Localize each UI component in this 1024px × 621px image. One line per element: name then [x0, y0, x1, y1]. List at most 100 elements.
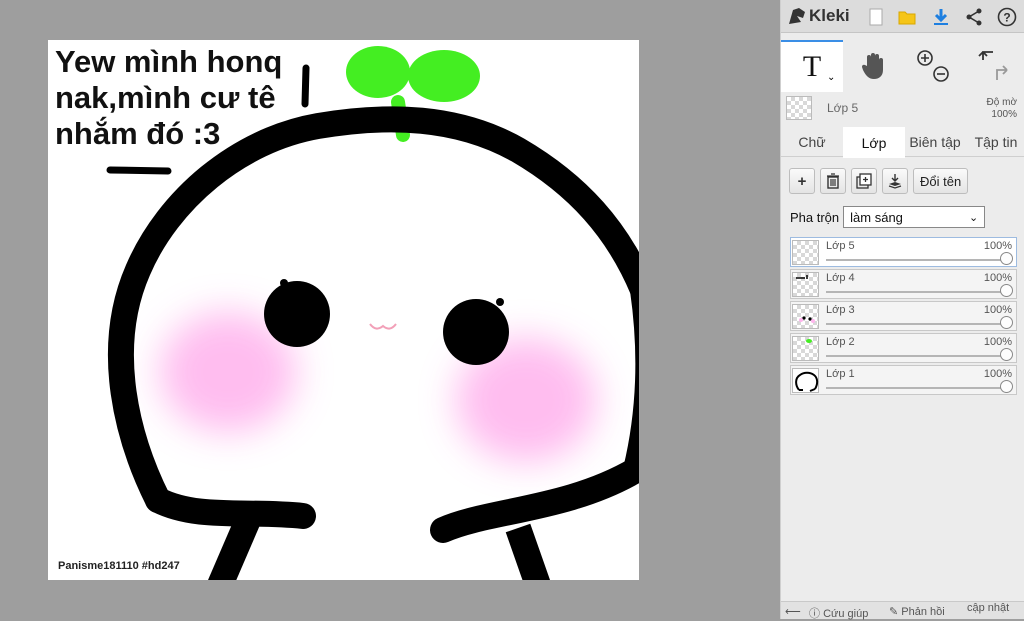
layer-thumbnail [792, 304, 819, 329]
hand-tool-button[interactable] [845, 40, 901, 92]
left-eye-lash [280, 279, 288, 287]
pencil-icon: ✎ [889, 606, 899, 618]
layer-thumbnail [792, 336, 819, 361]
active-layer-thumbnail [786, 96, 812, 120]
layer-name: Lớp 1 [826, 368, 855, 380]
layer-thumbnail [792, 240, 819, 265]
sprout-leaf-right [408, 50, 480, 102]
layer-actions: + Đổi tên [789, 168, 969, 196]
layer-item[interactable]: Lớp 1 100% [790, 365, 1017, 395]
mouth [369, 323, 397, 330]
active-layer-info: Lớp 5 Độ mờ 100% [781, 93, 1024, 125]
layer-item[interactable]: Lớp 5 100% [790, 237, 1017, 267]
right-body [505, 523, 551, 580]
slider-knob[interactable] [1000, 252, 1013, 265]
slider-knob[interactable] [1000, 284, 1013, 297]
left-arm [145, 487, 316, 529]
chevron-down-icon[interactable]: ⌄ [827, 72, 835, 83]
open-folder-icon[interactable] [896, 6, 918, 28]
layer-opacity-slider[interactable] [826, 323, 1006, 325]
layer-opacity-slider[interactable] [826, 355, 1006, 357]
sprout-leaf-left [346, 46, 410, 98]
kleki-logo-icon [789, 8, 805, 24]
layer-item[interactable]: Lớp 4 100% [790, 269, 1017, 299]
blend-mode-select[interactable]: làm sáng ⌄ [843, 206, 986, 228]
layer-thumbnail [792, 368, 819, 393]
layer-name: Lớp 5 [826, 240, 855, 252]
duplicate-layer-button[interactable] [851, 168, 877, 194]
zoom-controls [905, 40, 961, 92]
app-name: Kleki [809, 6, 850, 25]
underline-mark [106, 166, 172, 175]
share-icon[interactable] [963, 6, 985, 28]
watermark-text: Panisme181110 #hd247 [58, 560, 180, 572]
app-logo[interactable]: Kleki [787, 4, 850, 28]
layer-name: Lớp 4 [826, 272, 855, 284]
zoom-in-icon[interactable] [917, 50, 933, 66]
slider-knob[interactable] [1000, 380, 1013, 393]
active-layer-name: Lớp 5 [827, 101, 859, 115]
new-image-icon[interactable] [865, 6, 887, 28]
layer-opacity: 100% [983, 368, 1012, 380]
feedback-link[interactable]: ✎ Phản hồi [889, 605, 945, 618]
tab-file[interactable]: Tập tin [967, 127, 1024, 157]
layer-thumbnail [792, 272, 819, 297]
layer-name: Lớp 2 [826, 336, 855, 348]
blend-mode-value: làm sáng [850, 209, 903, 225]
text-tool-icon: T [802, 50, 822, 83]
opacity-label: Độ mờ [986, 97, 1017, 108]
hand-tool-icon [861, 53, 883, 79]
help-icon: ⓘ [809, 608, 820, 620]
merge-down-icon [888, 174, 902, 189]
tab-text[interactable]: Chữ [781, 127, 843, 157]
caption-text: Yew mình honq nak,mình cư tê nhắm đó :3 [55, 44, 283, 151]
undo-icon[interactable] [978, 51, 993, 60]
canvas-area[interactable]: Yew mình honq nak,mình cư tê nhắm đó :3 … [0, 0, 780, 619]
redo-icon[interactable] [996, 65, 1008, 80]
delete-layer-button[interactable] [820, 168, 846, 194]
add-layer-button[interactable]: + [789, 168, 815, 194]
layer-opacity: 100% [983, 304, 1012, 316]
help-icon[interactable]: ? [996, 6, 1018, 28]
help-label: Cứu giúp [823, 608, 869, 620]
collapse-panel-icon[interactable]: ⟵ [785, 605, 801, 618]
left-body [208, 514, 260, 580]
layer-list: Lớp 5 100% Lớp 4 100% Lớp 3 100% Lớp 2 1… [790, 237, 1017, 397]
top-bar: Kleki ? [781, 0, 1024, 33]
panel-tabs: Chữ Lớp Biên tập Tập tin [781, 127, 1024, 158]
slider-knob[interactable] [1000, 348, 1013, 361]
history-controls [965, 40, 1024, 92]
layer-opacity-slider[interactable] [826, 291, 1006, 293]
slider-knob[interactable] [1000, 316, 1013, 329]
blend-mode-row: Pha trộn làm sáng ⌄ [790, 205, 986, 229]
layer-name: Lớp 3 [826, 304, 855, 316]
blend-mode-label: Pha trộn [790, 209, 840, 225]
right-eye [443, 299, 509, 365]
trash-icon [827, 173, 839, 189]
duplicate-icon [856, 173, 872, 189]
layer-item[interactable]: Lớp 3 100% [790, 301, 1017, 331]
download-icon[interactable] [930, 6, 952, 28]
left-eye [264, 281, 330, 347]
zoom-out-icon[interactable] [933, 66, 949, 82]
layer-opacity-slider[interactable] [826, 387, 1006, 389]
feedback-label: Phản hồi [901, 606, 945, 618]
bottom-bar: ⟵ ⓘ Cứu giúp ✎ Phản hồi cập nhật [781, 601, 1024, 620]
rename-layer-button[interactable]: Đổi tên [913, 168, 969, 194]
layer-opacity: 100% [983, 240, 1012, 252]
text-tool-button[interactable]: T ⌄ [781, 40, 843, 92]
layer-opacity: 100% [983, 272, 1012, 284]
plus-icon: + [797, 172, 807, 190]
right-eye-lash [496, 298, 504, 306]
layer-item[interactable]: Lớp 2 100% [790, 333, 1017, 363]
drawing-canvas[interactable]: Yew mình honq nak,mình cư tê nhắm đó :3 … [48, 40, 639, 580]
opacity-value: 100% [991, 109, 1017, 120]
tab-edit[interactable]: Biên tập [905, 127, 965, 157]
chevron-down-icon: ⌄ [968, 211, 979, 224]
tool-row: T ⌄ [781, 40, 1024, 92]
update-link[interactable]: cập nhật [967, 602, 1009, 614]
merge-down-button[interactable] [882, 168, 908, 194]
tab-layers[interactable]: Lớp [843, 127, 905, 158]
layer-opacity-slider[interactable] [826, 259, 1006, 261]
svg-text:?: ? [1003, 11, 1010, 25]
